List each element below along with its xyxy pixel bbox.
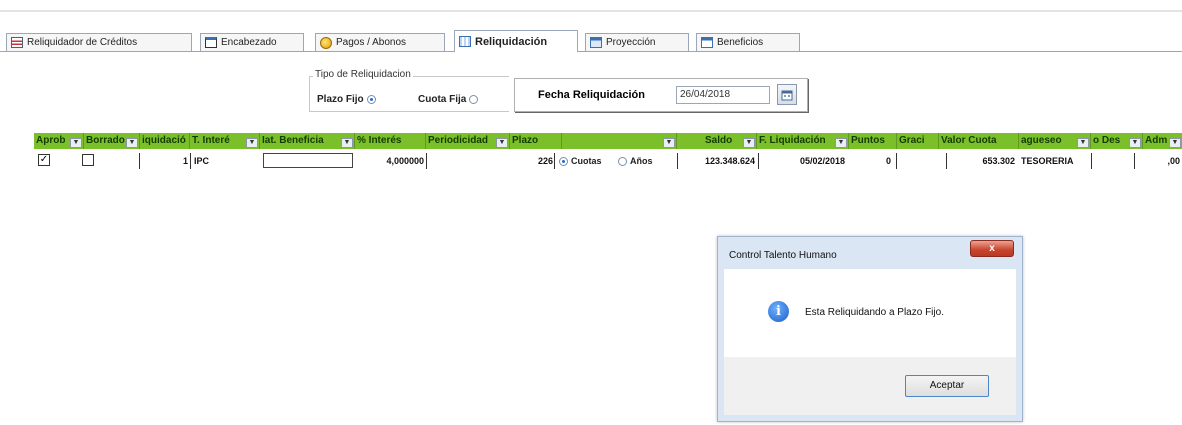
plazo-fijo-option[interactable]: Plazo Fijo bbox=[317, 94, 376, 105]
borrado-checkbox[interactable] bbox=[82, 154, 94, 166]
row-separator bbox=[677, 153, 678, 169]
col-plazo-unidad[interactable]: ▼ bbox=[562, 133, 677, 149]
col-periodicidad[interactable]: Periodicidad ▼ bbox=[426, 133, 510, 149]
chevron-down-icon[interactable]: ▼ bbox=[341, 138, 353, 148]
cell-t-interes: IPC bbox=[194, 156, 210, 166]
info-icon: i bbox=[768, 301, 789, 322]
cuotas-label: Cuotas bbox=[571, 156, 602, 166]
col-borrado[interactable]: Borrado ▼ bbox=[84, 133, 140, 149]
col-t-interes[interactable]: T. Interé ▼ bbox=[190, 133, 260, 149]
top-divider bbox=[0, 10, 1182, 12]
chevron-down-icon[interactable]: ▼ bbox=[1077, 138, 1089, 148]
close-button[interactable]: x bbox=[970, 240, 1014, 257]
fecha-reliquidacion-input[interactable]: 26/04/2018 bbox=[676, 86, 770, 104]
cell-adm: ,00 bbox=[1167, 156, 1180, 166]
col-gracia[interactable]: Graci bbox=[897, 133, 939, 149]
tab-beneficios[interactable]: Beneficios bbox=[696, 33, 800, 51]
tab-reliquidacion[interactable]: Reliquidación bbox=[454, 30, 578, 52]
plazo-unit-cuotas-option[interactable]: Cuotas bbox=[559, 156, 602, 166]
col-aprob[interactable]: Aprob ▼ bbox=[34, 133, 84, 149]
chevron-down-icon[interactable]: ▼ bbox=[70, 138, 82, 148]
cell-interes-pct: 4,000000 bbox=[386, 156, 424, 166]
dialog-message: Esta Reliquidando a Plazo Fijo. bbox=[805, 307, 944, 318]
chevron-down-icon[interactable]: ▼ bbox=[743, 138, 755, 148]
cuota-fija-option[interactable]: Cuota Fija bbox=[418, 94, 479, 105]
row-separator bbox=[139, 153, 140, 169]
row-separator bbox=[758, 153, 759, 169]
tab-encabezado[interactable]: Encabezado bbox=[200, 33, 304, 51]
tab-bar: Reliquidador de Créditos Encabezado Pago… bbox=[0, 30, 1182, 52]
chevron-down-icon[interactable]: ▼ bbox=[496, 138, 508, 148]
cell-valor-cuota: 653.302 bbox=[982, 156, 1015, 166]
col-interes-pct[interactable]: % Interés bbox=[355, 133, 426, 149]
table-row[interactable]: 1 IPC 4,000000 226 123.348.624 05/02/201… bbox=[34, 153, 1182, 169]
tab-reliquidador[interactable]: Reliquidador de Créditos bbox=[6, 33, 192, 51]
chevron-down-icon[interactable]: ▼ bbox=[1169, 138, 1181, 148]
row-separator bbox=[1091, 153, 1092, 169]
col-liquidacion[interactable]: iquidació bbox=[140, 133, 190, 149]
tab-pagos-abonos[interactable]: Pagos / Abonos bbox=[315, 33, 445, 51]
cuotas-radio[interactable] bbox=[559, 156, 568, 166]
chevron-down-icon[interactable]: ▼ bbox=[663, 138, 675, 148]
dialog-title: Control Talento Humano bbox=[729, 250, 837, 261]
plazo-unit-anos-option[interactable]: Años bbox=[618, 156, 653, 166]
aprob-checkbox[interactable]: ✓ bbox=[38, 154, 50, 166]
cell-saldo: 123.348.624 bbox=[704, 156, 755, 166]
chevron-down-icon[interactable]: ▼ bbox=[246, 138, 258, 148]
payment-icon bbox=[320, 36, 332, 49]
col-paguese[interactable]: agueseo ▼ bbox=[1019, 133, 1091, 149]
col-f-liquidacion[interactable]: F. Liquidación ▼ bbox=[757, 133, 849, 149]
anos-label: Años bbox=[630, 156, 653, 166]
benefits-icon bbox=[701, 37, 713, 48]
calendar-button[interactable] bbox=[777, 84, 797, 105]
message-dialog: Control Talento Humano x i Esta Reliquid… bbox=[717, 236, 1023, 422]
cell-f-liquidacion: 05/02/2018 bbox=[799, 156, 845, 166]
row-separator bbox=[190, 153, 191, 169]
col-adm[interactable]: Adm ▼ bbox=[1143, 133, 1182, 149]
table-icon bbox=[11, 37, 23, 48]
col-descuento[interactable]: o Des ▼ bbox=[1091, 133, 1143, 149]
col-valor-cuota[interactable]: Valor Cuota bbox=[939, 133, 1019, 149]
plazo-fijo-radio[interactable] bbox=[366, 95, 376, 104]
plazo-fijo-label: Plazo Fijo bbox=[317, 94, 364, 105]
chevron-down-icon[interactable]: ▼ bbox=[835, 138, 847, 148]
row-separator bbox=[946, 153, 947, 169]
chevron-down-icon[interactable]: ▼ bbox=[1129, 138, 1141, 148]
chevron-down-icon[interactable]: ▼ bbox=[126, 138, 138, 148]
cell-liquidacion: 1 bbox=[182, 156, 188, 166]
col-beneficiario[interactable]: Iat. Beneficia ▼ bbox=[260, 133, 355, 149]
row-separator bbox=[896, 153, 897, 169]
cell-puntos: 0 bbox=[885, 156, 891, 166]
col-puntos[interactable]: Puntos bbox=[849, 133, 897, 149]
col-plazo[interactable]: Plazo bbox=[510, 133, 562, 149]
form-icon bbox=[205, 37, 217, 48]
grid-icon bbox=[459, 36, 471, 47]
tab-proyeccion[interactable]: Proyección bbox=[585, 33, 689, 51]
projection-icon bbox=[590, 37, 602, 48]
cell-plazo: 226 bbox=[537, 156, 553, 166]
row-separator bbox=[554, 153, 555, 169]
calendar-icon bbox=[781, 90, 793, 100]
beneficiario-input[interactable] bbox=[263, 153, 353, 168]
row-separator bbox=[1134, 153, 1135, 169]
col-saldo[interactable]: Saldo ▼ bbox=[677, 133, 757, 149]
dialog-body: i Esta Reliquidando a Plazo Fijo. bbox=[724, 269, 1016, 357]
cuota-fija-radio[interactable] bbox=[469, 95, 479, 104]
row-separator bbox=[426, 153, 427, 169]
cuota-fija-label: Cuota Fija bbox=[418, 94, 467, 105]
tipo-reliquidacion-legend: Tipo de Reliquidacion bbox=[313, 69, 413, 80]
cell-paguese: TESORERIA bbox=[1021, 156, 1074, 166]
fecha-reliquidacion-label: Fecha Reliquidación bbox=[538, 89, 645, 101]
aceptar-button[interactable]: Aceptar bbox=[905, 375, 989, 397]
anos-radio[interactable] bbox=[618, 156, 627, 166]
grid-header: Aprob ▼ Borrado ▼ iquidació T. Interé ▼ Iat… bbox=[34, 133, 1182, 149]
